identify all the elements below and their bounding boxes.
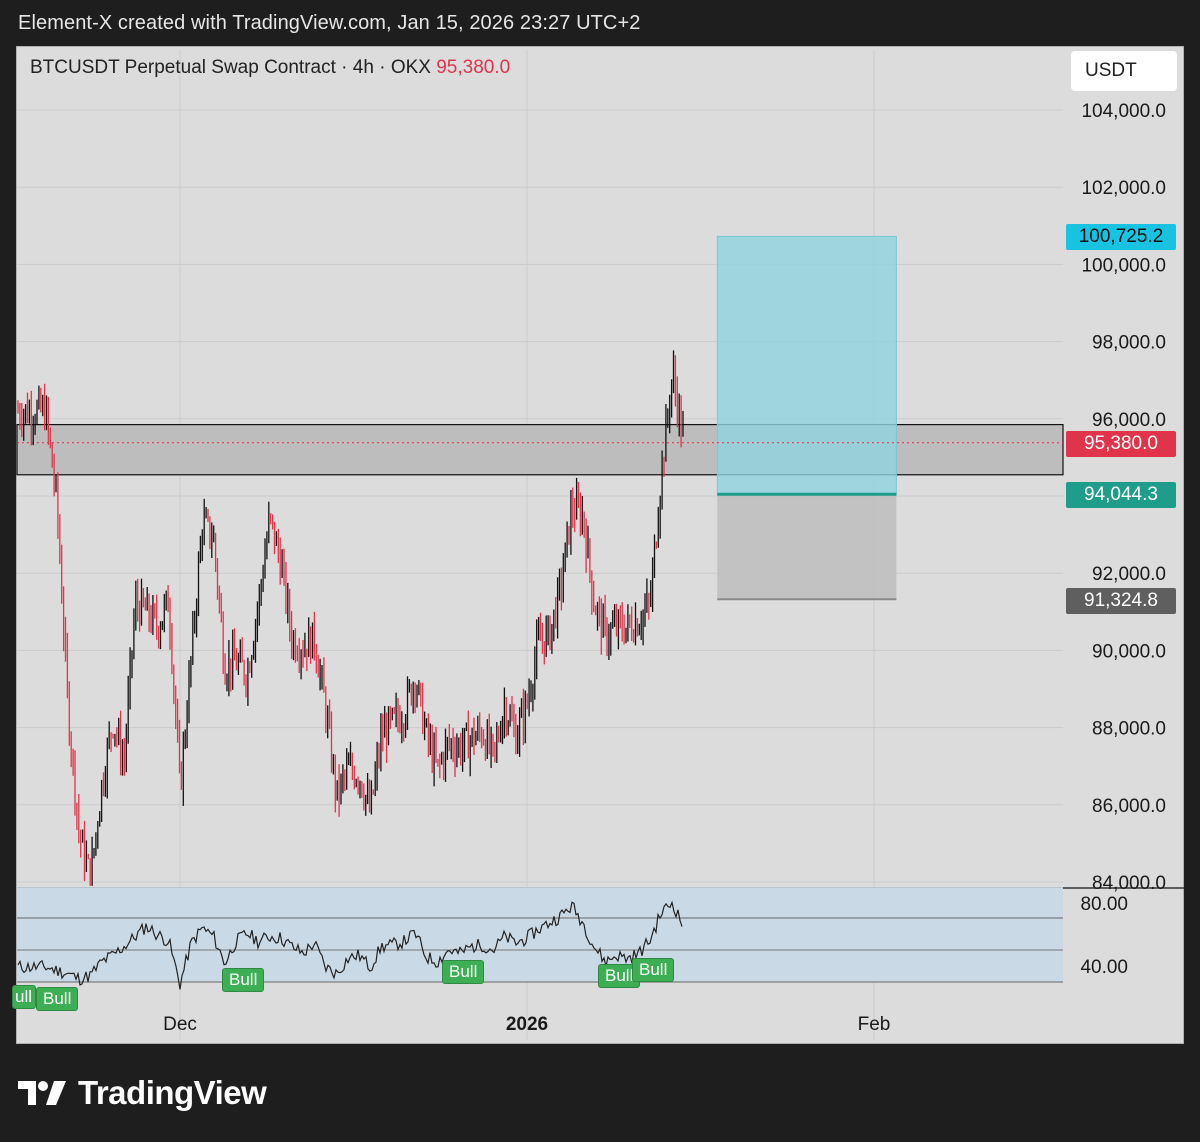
y-tick-label: 102,000.0: [1081, 178, 1166, 199]
tradingview-logo-icon: [18, 1081, 66, 1105]
rsi-tick-label: 80.00: [1080, 894, 1128, 915]
brand-name: TradingView: [78, 1074, 267, 1111]
tradingview-logo[interactable]: TradingView: [18, 1074, 267, 1112]
x-tick-label: 2026: [506, 1014, 548, 1035]
target-zone[interactable]: [716, 235, 897, 495]
y-tick-label: 84,000.0: [1092, 873, 1166, 894]
rsi-band: [17, 887, 1063, 982]
y-tick-label: 96,000.0: [1092, 410, 1166, 431]
current-price-tag: 95,380.0: [1066, 431, 1176, 457]
last-price: 95,380.0: [436, 57, 511, 78]
stop-price-tag: 91,324.8: [1066, 588, 1176, 614]
exchange: OKX: [390, 57, 431, 78]
bull-label: Bull: [442, 960, 485, 984]
y-tick-label: 92,000.0: [1092, 564, 1166, 585]
separator: ·: [379, 57, 386, 78]
symbol-name: BTCUSDT Perpetual Swap Contract: [30, 57, 336, 78]
y-tick-label: 100,000.0: [1081, 255, 1166, 276]
y-tick-label: 90,000.0: [1092, 641, 1166, 662]
entry-price-tag: 94,044.3: [1066, 482, 1176, 508]
rsi-tick-label: 40.00: [1080, 957, 1128, 978]
y-tick-label: 98,000.0: [1092, 333, 1166, 354]
x-tick-label: Feb: [858, 1014, 891, 1035]
bull-label: Bull: [222, 968, 265, 992]
currency-unit-button[interactable]: USDT: [1071, 51, 1177, 91]
target-price-tag: 100,725.2: [1066, 224, 1176, 250]
y-tick-label: 104,000.0: [1081, 101, 1166, 122]
bull-label: Bull: [632, 958, 675, 982]
separator: ·: [341, 57, 348, 78]
timeframe: 4h: [352, 57, 374, 78]
symbol-line: BTCUSDT Perpetual Swap Contract · 4h · O…: [30, 57, 510, 79]
supply-zone: [16, 423, 1064, 476]
bull-label: Bull: [36, 987, 79, 1011]
stop-zone[interactable]: [717, 494, 897, 600]
x-tick-label: Dec: [163, 1014, 197, 1035]
y-tick-label: 86,000.0: [1092, 796, 1166, 817]
y-tick-label: 88,000.0: [1092, 719, 1166, 740]
bull-label: ull: [12, 985, 36, 1009]
